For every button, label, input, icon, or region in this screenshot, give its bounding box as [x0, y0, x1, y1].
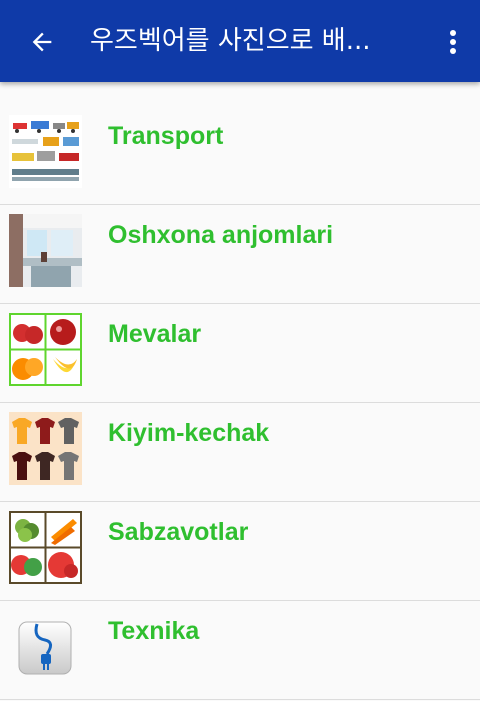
list-item-clothes[interactable]: Kiyim-kechak [0, 403, 480, 502]
list-item-label: Sabzavotlar [108, 518, 249, 546]
plug-thumbnail [18, 621, 72, 675]
list-item-label: Oshxona anjomlari [108, 221, 334, 249]
vegetables-thumbnail [9, 511, 82, 584]
list-item-technology[interactable]: Texnika [0, 601, 480, 700]
overflow-menu-button[interactable] [436, 22, 470, 62]
category-list: Transport Oshxona anjomlari Mevalar Kiyi… [0, 106, 480, 700]
list-item-label: Transport [108, 122, 224, 150]
list-item-vegetables[interactable]: Sabzavotlar [0, 502, 480, 601]
list-item-label: Kiyim-kechak [108, 419, 270, 447]
clothes-thumbnail [9, 412, 82, 485]
fruits-thumbnail [9, 313, 82, 386]
more-vert-icon [450, 30, 456, 54]
arrow-back-icon [32, 32, 52, 52]
back-button[interactable] [22, 22, 62, 62]
kitchen-thumbnail [9, 214, 82, 287]
transport-thumbnail [9, 115, 82, 188]
list-item-transport[interactable]: Transport [0, 106, 480, 205]
list-item-fruits[interactable]: Mevalar [0, 304, 480, 403]
page-title: 우즈벡어를 사진으로 배... [90, 26, 371, 56]
list-item-label: Mevalar [108, 320, 202, 348]
list-item-label: Texnika [108, 617, 200, 645]
app-bar: 우즈벡어를 사진으로 배... [0, 0, 480, 82]
list-item-kitchen[interactable]: Oshxona anjomlari [0, 205, 480, 304]
